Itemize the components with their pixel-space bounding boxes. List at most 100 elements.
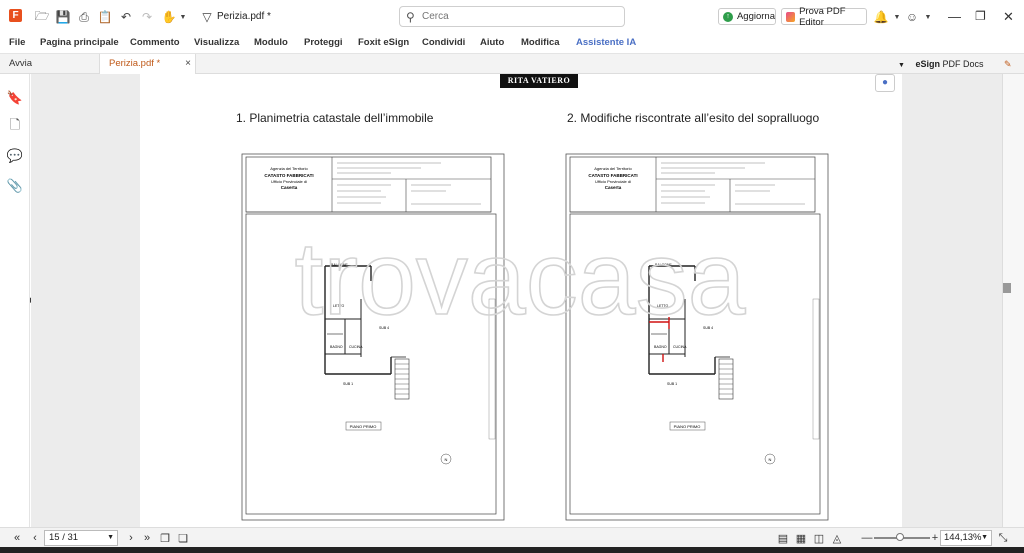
svg-text:N: N	[769, 457, 772, 462]
chevron-down-icon[interactable]: ▼	[890, 10, 904, 24]
search-input[interactable]	[422, 9, 620, 24]
zoom-slider[interactable]	[874, 533, 930, 541]
pdf-page[interactable]: RITA VATIERO 1. Planimetria catastale de…	[140, 74, 902, 527]
first-page-icon[interactable]: «	[10, 531, 24, 545]
pdf-editor-icon	[786, 11, 796, 22]
page-layout-icon[interactable]: ❏	[176, 531, 190, 545]
chevron-down-icon: ▼	[981, 534, 988, 541]
svg-text:CATASTO FABBRICATI: CATASTO FABBRICATI	[264, 173, 313, 178]
menu-proteggi[interactable]: Proteggi	[304, 37, 343, 48]
right-panel	[1002, 74, 1024, 527]
navigation-sidebar: 🔖 🗋 💬 📎	[0, 74, 30, 527]
fullscreen-icon[interactable]: ⤡	[996, 531, 1010, 545]
bookmark-icon[interactable]: 🔖	[7, 90, 23, 105]
try-pdf-editor-label: Prova PDF Editor	[799, 5, 846, 28]
menu-aiuto[interactable]: Aiuto	[480, 37, 504, 48]
document-tab-bar: Avvia Perizia.pdf * ×	[0, 54, 1024, 74]
tab-perizia[interactable]: Perizia.pdf * ×	[99, 54, 196, 74]
two-page-continuous-icon[interactable]: ◬	[830, 531, 844, 545]
heading-modifiche: 2. Modifiche riscontrate all’esito del s…	[567, 111, 820, 125]
tab-avvia-label: Avvia	[9, 58, 33, 69]
svg-text:Ufficio Provinciale di: Ufficio Provinciale di	[595, 179, 631, 184]
zoom-out-icon[interactable]: —	[860, 531, 874, 545]
collapse-panel-icon[interactable]	[1003, 283, 1011, 293]
author-stamp: RITA VATIERO	[500, 74, 578, 88]
esign-panel-header[interactable]: ▼ eSign PDF Docs ✎	[898, 54, 1018, 74]
menu-file[interactable]: File	[9, 37, 25, 48]
zoom-slider-knob[interactable]	[896, 533, 904, 541]
vertical-scroll-region[interactable]: ●	[871, 74, 899, 527]
svg-text:Caserta: Caserta	[605, 185, 622, 190]
document-canvas[interactable]: RITA VATIERO 1. Planimetria catastale de…	[31, 74, 1002, 527]
last-page-icon[interactable]: »	[140, 531, 154, 545]
menu-assistente-ia[interactable]: Assistente IA	[576, 37, 636, 48]
taskbar-edge	[0, 547, 1024, 553]
zoom-level[interactable]: 144,13% ▼	[940, 530, 992, 546]
svg-text:Agenzia del Territorio: Agenzia del Territorio	[594, 166, 632, 171]
paste-icon[interactable]: 📋	[98, 10, 113, 24]
update-button[interactable]: ↑ Aggiorna	[718, 8, 776, 25]
hand-tool-icon[interactable]: ✋	[162, 10, 177, 24]
svg-text:CATASTO FABBRICATI: CATASTO FABBRICATI	[588, 173, 637, 178]
single-page-view-icon[interactable]: ▤	[776, 531, 790, 545]
svg-text:BAGNO: BAGNO	[330, 345, 343, 349]
chevron-down-icon: ▼	[107, 534, 114, 541]
previous-page-icon[interactable]: ‹	[28, 531, 42, 545]
svg-text:Ufficio Provinciale di: Ufficio Provinciale di	[271, 179, 307, 184]
menu-visualizza[interactable]: Visualizza	[194, 37, 239, 48]
svg-text:Agenzia del Territorio: Agenzia del Territorio	[270, 166, 308, 171]
ai-assistant-icon[interactable]: ●	[875, 74, 895, 92]
tab-perizia-label: Perizia.pdf *	[109, 58, 161, 69]
chevron-down-icon[interactable]: ▼	[921, 10, 935, 24]
svg-text:BAGNO: BAGNO	[654, 345, 667, 349]
redo-icon[interactable]: ↷	[140, 10, 154, 24]
close-tab-icon[interactable]: ×	[185, 54, 191, 74]
trovacasa-watermark: trovacasa	[294, 220, 747, 338]
save-icon[interactable]: 💾	[56, 10, 71, 24]
pages-thumbnail-icon[interactable]: 🗋	[8, 117, 22, 134]
menu-pagina-principale[interactable]: Pagina principale	[40, 37, 119, 48]
document-title: Perizia.pdf *	[217, 11, 271, 22]
minimize-icon[interactable]: —	[948, 9, 961, 24]
tab-list-chevron-icon[interactable]: ▼	[898, 62, 905, 69]
continuous-view-icon[interactable]: ▦	[794, 531, 808, 545]
account-icon[interactable]: ☺	[905, 10, 919, 24]
menu-foxit-esign[interactable]: Foxit eSign	[358, 37, 409, 48]
menu-condividi[interactable]: Condividi	[422, 37, 465, 48]
tab-avvia[interactable]: Avvia	[0, 54, 99, 74]
try-pdf-editor-button[interactable]: Prova PDF Editor	[781, 5, 867, 28]
page-selector[interactable]: 15 / 31 ▼	[44, 530, 118, 546]
svg-text:Caserta: Caserta	[281, 185, 298, 190]
open-folder-icon[interactable]: 🗁	[35, 9, 50, 24]
svg-text:SUB 1: SUB 1	[667, 382, 677, 386]
zoom-value: 144,13%	[944, 532, 982, 543]
esign-label: PDF Docs	[942, 59, 984, 69]
attachment-icon[interactable]: 📎	[7, 178, 23, 193]
esign-brand: eSign	[915, 59, 940, 69]
comments-icon[interactable]: 💬	[7, 148, 23, 163]
print-icon[interactable]: ⎙	[77, 10, 91, 24]
ribbon-menu: File Pagina principale Commento Visualiz…	[0, 33, 1024, 54]
copy-page-icon[interactable]: ❐	[158, 531, 172, 545]
chevron-down-icon[interactable]: ▼	[176, 10, 190, 24]
svg-text:CUCINA: CUCINA	[349, 345, 363, 349]
svg-text:trovacasa: trovacasa	[295, 221, 746, 337]
esign-pen-icon: ✎	[1004, 59, 1012, 69]
foxit-logo-icon[interactable]: F	[9, 9, 22, 22]
restore-icon[interactable]: ❐	[975, 9, 986, 23]
two-page-view-icon[interactable]: ◫	[812, 531, 826, 545]
menu-modifica[interactable]: Modifica	[521, 37, 560, 48]
svg-text:N: N	[445, 457, 448, 462]
undo-icon[interactable]: ↶	[119, 10, 133, 24]
menu-commento[interactable]: Commento	[130, 37, 180, 48]
update-label: Aggiorna	[736, 11, 775, 22]
svg-text:PIANO PRIMO: PIANO PRIMO	[674, 424, 701, 429]
menu-modulo[interactable]: Modulo	[254, 37, 288, 48]
status-bar: « ‹ 15 / 31 ▼ › » ❐ ❏ ▤ ▦ ◫ ◬ — + 144,13…	[0, 527, 1024, 547]
bell-icon[interactable]: 🔔	[874, 10, 889, 24]
update-icon: ↑	[723, 11, 733, 22]
document-dropdown-icon[interactable]: ▽	[200, 10, 214, 24]
close-window-icon[interactable]: ✕	[1003, 9, 1014, 25]
search-box[interactable]: ⚲	[399, 6, 625, 27]
next-page-icon[interactable]: ›	[124, 531, 138, 545]
